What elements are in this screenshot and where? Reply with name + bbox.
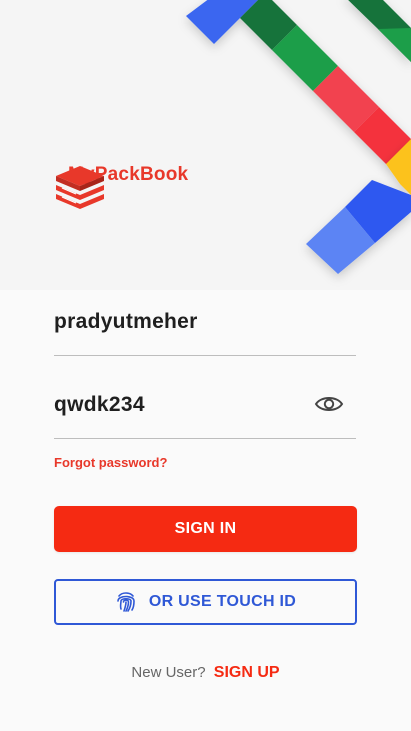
password-field[interactable]: qwdk234	[54, 389, 356, 439]
eye-icon[interactable]	[314, 393, 344, 415]
sign-in-button[interactable]: SIGN IN	[54, 506, 357, 552]
forgot-password-link[interactable]: Forgot password?	[54, 455, 167, 470]
fingerprint-icon	[117, 592, 135, 612]
stacked-books-logo-icon	[56, 166, 104, 209]
touch-id-label: OR USE TOUCH ID	[148, 593, 297, 610]
sign-in-label: SIGN IN	[174, 520, 237, 537]
sign-up-link[interactable]: SIGN UP	[214, 664, 280, 681]
decorative-ribbons	[186, 0, 411, 274]
new-user-text: New User?	[131, 664, 206, 681]
hero-banner: MyPackBook	[0, 0, 411, 290]
username-field[interactable]: pradyutmeher	[54, 306, 356, 356]
password-input[interactable]: qwdk234	[54, 393, 145, 417]
username-input[interactable]: pradyutmeher	[54, 310, 198, 334]
signup-row: New User? SIGN UP	[0, 664, 411, 682]
brand: MyPackBook	[54, 164, 188, 209]
touch-id-button[interactable]: OR USE TOUCH ID	[54, 579, 357, 625]
